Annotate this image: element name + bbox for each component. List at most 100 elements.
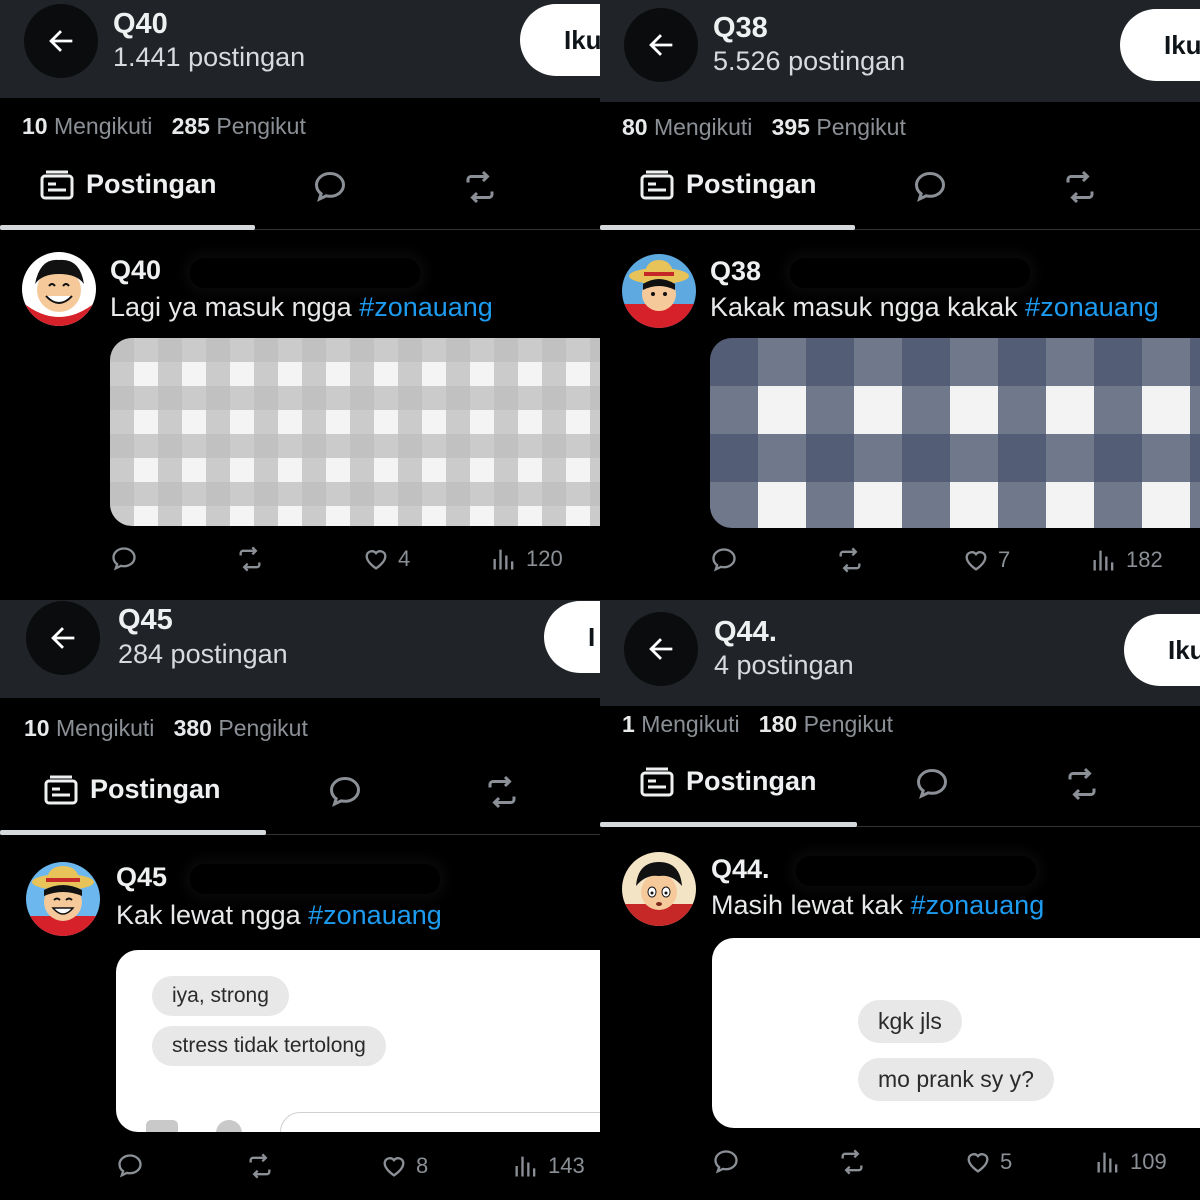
posts-tab-icon	[44, 775, 78, 804]
following-label[interactable]: Mengikuti	[54, 113, 152, 139]
followers-label[interactable]: Pengikut	[816, 114, 906, 140]
tab-posts[interactable]: Postingan	[640, 169, 817, 200]
post-author[interactable]: Q40	[110, 255, 161, 286]
follow-button[interactable]: Iku	[1120, 9, 1200, 81]
header-name: Q44.	[714, 616, 777, 648]
hashtag-link[interactable]: #zonauang	[911, 890, 1045, 920]
tab-reposts-repost-icon[interactable]	[484, 774, 520, 810]
tab-active-indicator	[0, 225, 255, 230]
following-count[interactable]: 10	[22, 113, 48, 139]
emoji-icon	[216, 1120, 242, 1132]
like-button[interactable]: 5	[964, 1148, 1012, 1176]
repost-button[interactable]	[246, 1152, 282, 1180]
tab-replies-speech-bubble-icon[interactable]	[327, 774, 363, 810]
view-count: 120	[526, 546, 563, 571]
back-button[interactable]	[624, 612, 698, 686]
hashtag-link[interactable]: #zonauang	[359, 292, 493, 322]
tab-posts[interactable]: Postingan	[40, 169, 217, 200]
reply-button[interactable]	[710, 546, 746, 574]
like-count: 4	[398, 546, 411, 571]
tab-replies-speech-bubble-icon[interactable]	[312, 169, 348, 205]
repost-icon	[239, 546, 261, 572]
followers-count[interactable]: 395	[772, 114, 810, 140]
tab-reposts-repost-icon[interactable]	[1064, 766, 1100, 802]
post-author[interactable]: Q44.	[711, 854, 770, 885]
followers-count[interactable]: 285	[172, 113, 210, 139]
followers-label[interactable]: Pengikut	[216, 113, 306, 139]
arrow-left-icon	[49, 30, 73, 52]
profile-header: Q40 1.441 postingan Iku	[0, 0, 600, 98]
post-author[interactable]: Q45	[116, 862, 167, 893]
like-button[interactable]: 8	[380, 1152, 428, 1180]
views-button[interactable]: 143	[512, 1152, 585, 1180]
back-button[interactable]	[24, 4, 98, 78]
header-name: Q38	[713, 12, 768, 44]
hashtag-link[interactable]: #zonauang	[308, 900, 442, 930]
like-button[interactable]: 4	[362, 545, 410, 573]
avatar[interactable]	[22, 252, 96, 326]
post-media-gingham[interactable]	[110, 338, 600, 526]
tab-reposts-repost-icon[interactable]	[462, 169, 498, 205]
avatar[interactable]	[622, 852, 696, 926]
bar-chart-icon	[493, 549, 514, 570]
chat-bubble: kgk jls	[858, 1000, 962, 1043]
following-count[interactable]: 80	[622, 114, 648, 140]
followers-count[interactable]: 380	[174, 715, 212, 741]
following-count[interactable]: 1	[622, 711, 635, 737]
gray-gingham-image	[110, 338, 600, 526]
view-count: 109	[1130, 1149, 1167, 1174]
follow-button[interactable]: Iku	[1124, 614, 1200, 686]
post-media-gingham[interactable]	[710, 338, 1200, 528]
following-count[interactable]: 10	[24, 715, 50, 741]
avatar[interactable]	[26, 862, 100, 936]
followers-count[interactable]: 180	[759, 711, 797, 737]
followers-label[interactable]: Pengikut	[218, 715, 308, 741]
arrow-left-icon	[51, 627, 75, 649]
reply-button[interactable]	[712, 1148, 748, 1176]
avatar[interactable]	[622, 254, 696, 328]
chat-bubble: stress tidak tertolong	[152, 1026, 386, 1066]
bar-chart-icon	[515, 1156, 536, 1177]
profile-panel-q44: Q44. 4 postingan Iku 1 Mengikuti 180 Pen…	[600, 600, 1200, 1200]
follow-stats: 10 Mengikuti 285 Pengikut	[22, 113, 306, 140]
reply-icon	[118, 1154, 142, 1178]
tab-posts[interactable]: Postingan	[44, 774, 221, 805]
back-button[interactable]	[26, 601, 100, 675]
profile-tabs: Postingan	[600, 155, 1200, 230]
views-button[interactable]: 109	[1094, 1148, 1167, 1176]
follow-stats: 1 Mengikuti 180 Pengikut	[622, 711, 893, 738]
hashtag-link[interactable]: #zonauang	[1025, 292, 1159, 322]
back-button[interactable]	[624, 8, 698, 82]
reply-icon	[112, 547, 136, 571]
repost-button[interactable]	[836, 546, 872, 574]
tab-replies-speech-bubble-icon[interactable]	[914, 766, 950, 802]
tab-replies-speech-bubble-icon[interactable]	[912, 169, 948, 205]
tab-posts-label: Postingan	[90, 774, 221, 804]
following-label[interactable]: Mengikuti	[641, 711, 739, 737]
reply-button[interactable]	[110, 545, 146, 573]
following-label[interactable]: Mengikuti	[654, 114, 752, 140]
views-button[interactable]: 120	[490, 545, 563, 573]
bar-chart-icon	[1093, 550, 1114, 571]
following-label[interactable]: Mengikuti	[56, 715, 154, 741]
redaction	[796, 856, 1036, 886]
post-media-chat-screenshot[interactable]: kgk jls mo prank sy y?	[712, 938, 1200, 1128]
reply-button[interactable]	[116, 1152, 152, 1180]
header-name: Q45	[118, 604, 173, 636]
post-media-chat-screenshot[interactable]: iya, strong stress tidak tertolong	[116, 950, 600, 1132]
followers-label[interactable]: Pengikut	[804, 711, 894, 737]
repost-icon	[249, 1153, 271, 1179]
tab-posts[interactable]: Postingan	[640, 766, 817, 797]
profile-tabs: Postingan	[600, 752, 1200, 827]
post-author[interactable]: Q38	[710, 256, 761, 287]
follow-button[interactable]: Iku	[520, 4, 600, 76]
reply-icon	[712, 548, 736, 572]
repost-button[interactable]	[838, 1148, 874, 1176]
post-body: Lagi ya masuk ngga	[110, 292, 360, 322]
views-button[interactable]: 182	[1090, 546, 1163, 574]
tab-reposts-repost-icon[interactable]	[1062, 169, 1098, 205]
follow-button[interactable]: I	[544, 601, 600, 673]
post-text: Lagi ya masuk ngga #zonauang	[110, 292, 493, 323]
like-button[interactable]: 7	[962, 546, 1010, 574]
repost-button[interactable]	[236, 545, 272, 573]
